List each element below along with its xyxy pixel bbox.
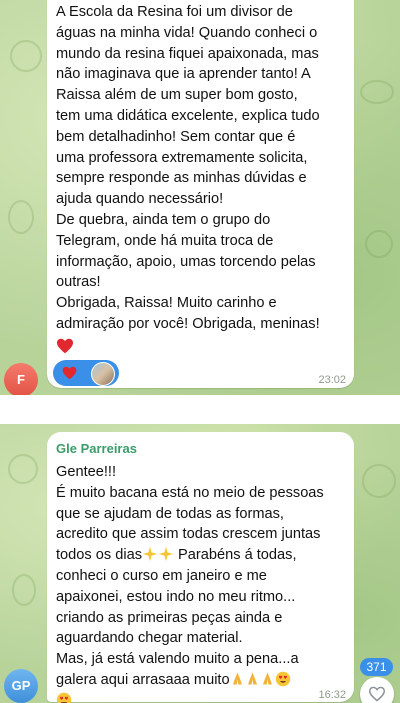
message-text: A Escola da Resina foi um divisor de águ… — [56, 4, 320, 332]
reactor-avatar — [91, 362, 115, 386]
folded-hands-emoji — [232, 672, 242, 685]
sender-name[interactable]: Gle Parreiras — [56, 441, 137, 456]
red-heart-icon — [62, 366, 77, 380]
heart-eyes-emoji — [56, 692, 72, 703]
message-bubble[interactable]: Gle Parreiras Gentee!!! É muito bacana e… — [47, 432, 354, 703]
heart-eyes-emoji — [275, 671, 290, 687]
background-doodle — [10, 40, 42, 72]
background-doodle — [360, 80, 394, 104]
message-time: 23:02 — [318, 374, 346, 386]
unread-count-badge[interactable]: 371 — [360, 658, 393, 676]
chat-background-top: A Escola da Resina foi um divisor de águ… — [0, 0, 400, 395]
folded-hands-emoji — [247, 672, 257, 685]
red-heart-emoji — [57, 338, 73, 354]
message-time: 16:32 — [318, 689, 346, 701]
background-doodle — [8, 200, 34, 234]
background-doodle — [362, 464, 396, 498]
sender-avatar[interactable]: F — [4, 363, 38, 395]
background-doodle — [365, 230, 393, 258]
message-bubble[interactable]: A Escola da Resina foi um divisor de águ… — [47, 0, 354, 388]
background-doodle — [12, 574, 36, 606]
heart-outline-icon — [368, 686, 386, 702]
chat-background-bottom: Gle Parreiras Gentee!!! É muito bacana e… — [0, 424, 400, 703]
sender-avatar[interactable]: GP — [4, 669, 38, 703]
like-button[interactable] — [360, 677, 394, 703]
sparkles-emoji — [142, 546, 158, 562]
reaction-pill[interactable] — [53, 360, 119, 386]
folded-hands-emoji — [262, 672, 272, 685]
background-doodle — [8, 454, 38, 484]
message-text: Gentee!!! É muito bacana está no meio de… — [56, 462, 348, 703]
sparkles-emoji — [158, 546, 174, 562]
